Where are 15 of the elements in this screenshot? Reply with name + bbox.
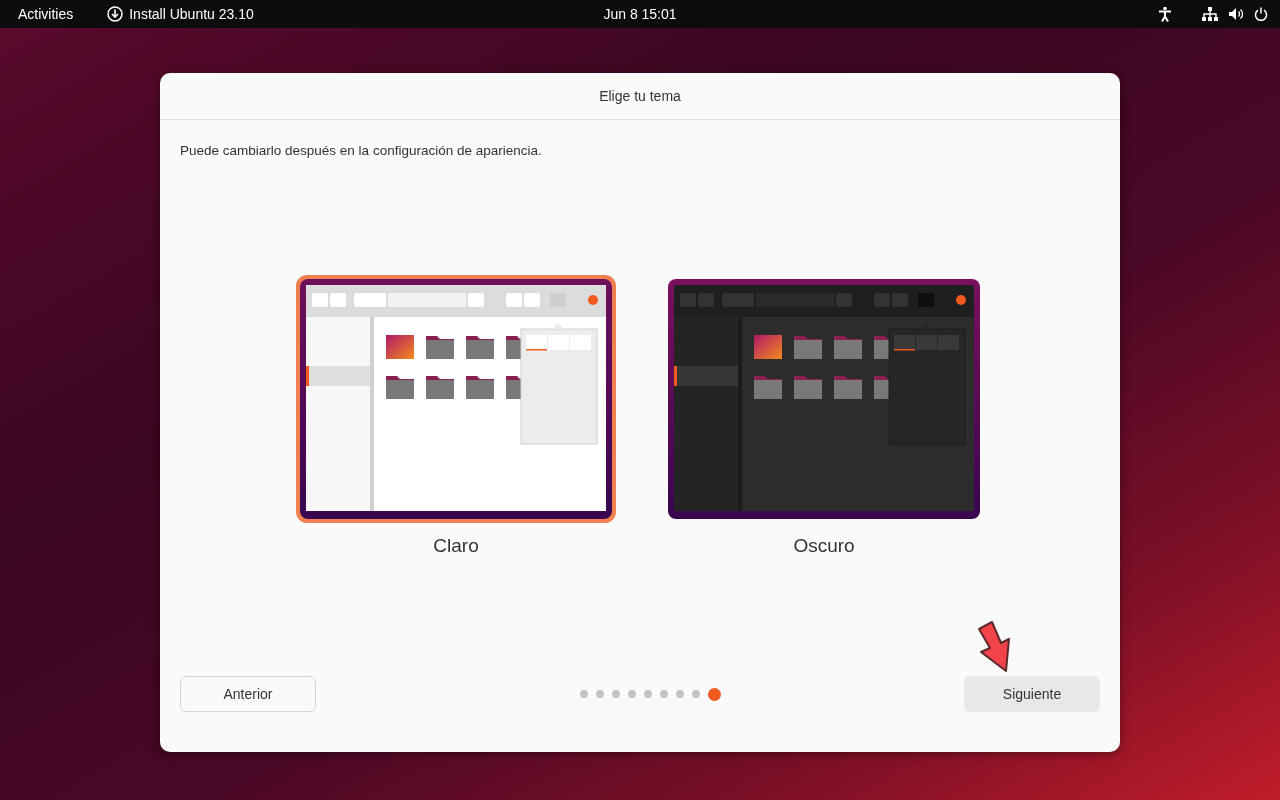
next-button[interactable]: Siguiente [964,676,1100,712]
activities-button[interactable]: Activities [8,4,84,24]
dialog-subtitle: Puede cambiarlo después en la configuración de apariencia. [180,143,543,158]
volume-icon [1228,7,1244,21]
download-icon [107,6,124,22]
clock[interactable]: Jun 8 15:01 [593,4,687,24]
back-button[interactable]: Anterior [180,676,316,712]
theme-label: Claro [433,535,479,557]
network-icon [1202,7,1218,21]
accessibility-icon[interactable] [1158,6,1172,22]
power-icon [1254,7,1268,21]
dialog-title: Elige tu tema [599,88,681,104]
app-menu[interactable]: Install Ubuntu 23.10 [97,4,264,24]
theme-label: Oscuro [793,535,855,557]
system-menu[interactable] [1202,7,1268,21]
